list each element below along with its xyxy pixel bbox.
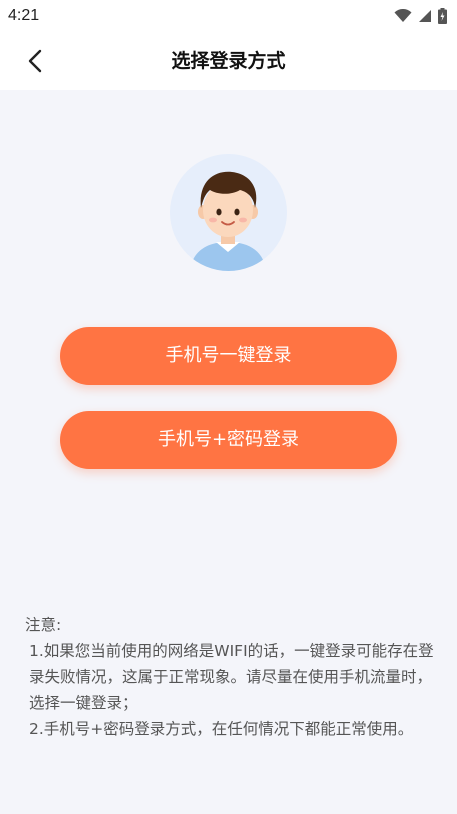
- notes-heading: 注意:: [25, 616, 62, 634]
- battery-icon: [438, 8, 447, 24]
- status-icons: [394, 8, 447, 24]
- chevron-left-icon: [28, 49, 42, 73]
- one-key-login-button[interactable]: 手机号一键登录: [60, 327, 397, 385]
- status-bar: 4:21: [0, 0, 457, 32]
- page-title: 选择登录方式: [171, 50, 286, 72]
- back-button[interactable]: [18, 44, 52, 78]
- notes-item-2: 2.手机号+密码登录方式，在任何情况下都能正常使用。: [29, 720, 414, 738]
- wifi-icon: [394, 9, 412, 22]
- signal-icon: [419, 10, 431, 22]
- notes-item-1: 1.如果您当前使用的网络是WIFI的话，一键登录可能存在登录失败情况，这属于正常…: [29, 642, 434, 712]
- boy-avatar-icon: [190, 171, 266, 271]
- password-login-button[interactable]: 手机号+密码登录: [60, 411, 397, 469]
- notes: 注意: 1.如果您当前使用的网络是WIFI的话，一键登录可能存在登录失败情况，这…: [25, 612, 435, 742]
- app-bar: 选择登录方式: [0, 32, 457, 90]
- status-time: 4:21: [8, 7, 40, 24]
- avatar: [170, 154, 287, 271]
